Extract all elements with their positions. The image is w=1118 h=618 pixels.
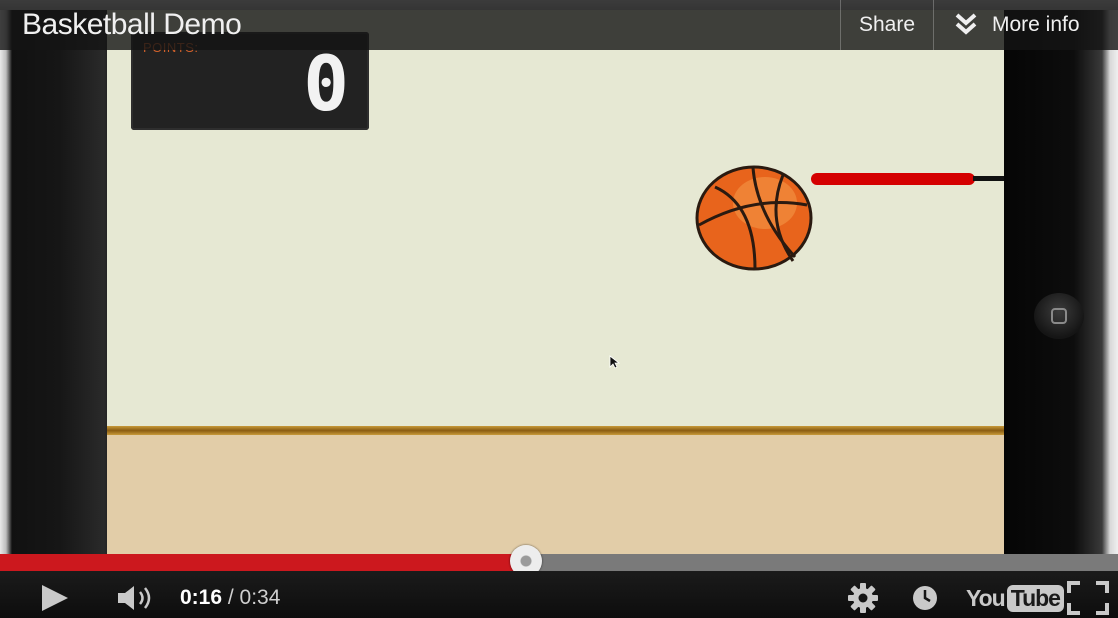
volume-icon[interactable] [116, 584, 156, 612]
fullscreen-icon[interactable] [1067, 581, 1109, 615]
control-bar [0, 571, 1118, 618]
basketball [695, 165, 813, 271]
youtube-logo-you: You [966, 584, 1006, 611]
score-value: 0 [303, 39, 349, 128]
time-current: 0:16 [180, 586, 223, 609]
hoop-bracket [973, 176, 1004, 181]
hoop-rim [811, 173, 975, 185]
double-chevron-down-icon [955, 13, 977, 35]
time-total: 0:34 [239, 586, 281, 609]
youtube-logo-tube: Tube [1006, 584, 1064, 612]
court-baseline [107, 426, 1004, 435]
share-button[interactable]: Share [840, 0, 933, 50]
gear-icon[interactable] [847, 582, 879, 614]
game-screen: POINTS: 0 [107, 10, 1004, 554]
court-floor [107, 435, 1004, 554]
play-icon[interactable] [38, 583, 72, 613]
video-title[interactable]: Basketball Demo [22, 8, 242, 42]
share-label: Share [858, 13, 916, 36]
title-bar: Basketball Demo Share More info [0, 0, 1118, 50]
time-display: 0:16 / 0:34 [180, 586, 280, 610]
time-separator: / [222, 586, 240, 609]
progress-played [0, 554, 526, 571]
home-button-icon [1034, 293, 1084, 339]
clock-icon[interactable] [912, 585, 938, 611]
mouse-cursor-icon [609, 355, 621, 369]
youtube-logo[interactable]: You Tube [966, 583, 1064, 613]
more-info-label: More info [992, 13, 1080, 36]
device-frame-right [1004, 0, 1118, 554]
more-info-button[interactable]: More info [933, 0, 1101, 50]
